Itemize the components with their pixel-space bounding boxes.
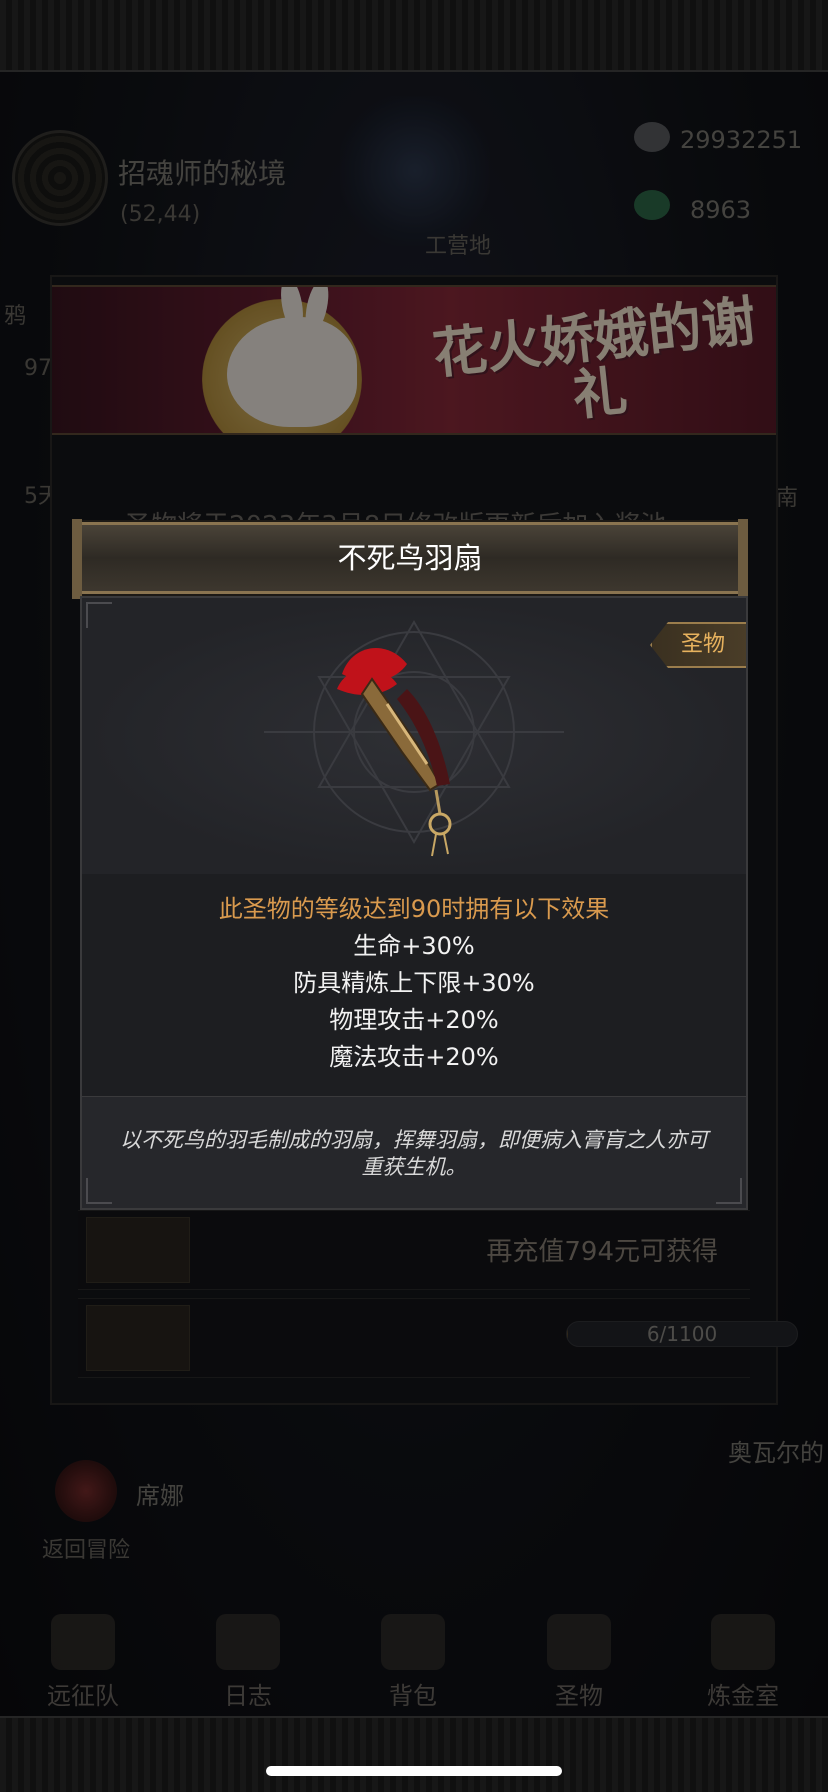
effect-line: 魔法攻击+20% [329,1043,499,1071]
corner-ornament [716,1178,742,1204]
effects-section: 此圣物的等级达到90时拥有以下效果 生命+30% 防具精炼上下限+30% 物理攻… [82,874,746,1096]
home-indicator[interactable] [266,1766,562,1776]
item-title: 不死鸟羽扇 [337,541,483,575]
effect-line: 生命+30% [353,932,475,960]
effect-line: 物理攻击+20% [329,1006,499,1034]
modal-header: 不死鸟羽扇 [72,519,748,599]
effects-heading: 此圣物的等级达到90时拥有以下效果 [218,895,610,923]
item-display: 圣物 [82,598,746,874]
effect-line: 防具精炼上下限+30% [293,969,535,997]
item-detail-card: 圣物 此圣物的等级达到90时拥有以下效果 生命+30% 防具精炼上下限+30% … [80,596,748,1210]
corner-ornament [86,1178,112,1204]
item-description: 以不死鸟的羽毛制成的羽扇，挥舞羽扇，即便病入膏肓之人亦可重获生机。 [82,1096,746,1208]
phoenix-fan-icon [337,647,452,857]
corner-ornament [86,602,112,628]
category-label: 圣物 [680,632,725,657]
